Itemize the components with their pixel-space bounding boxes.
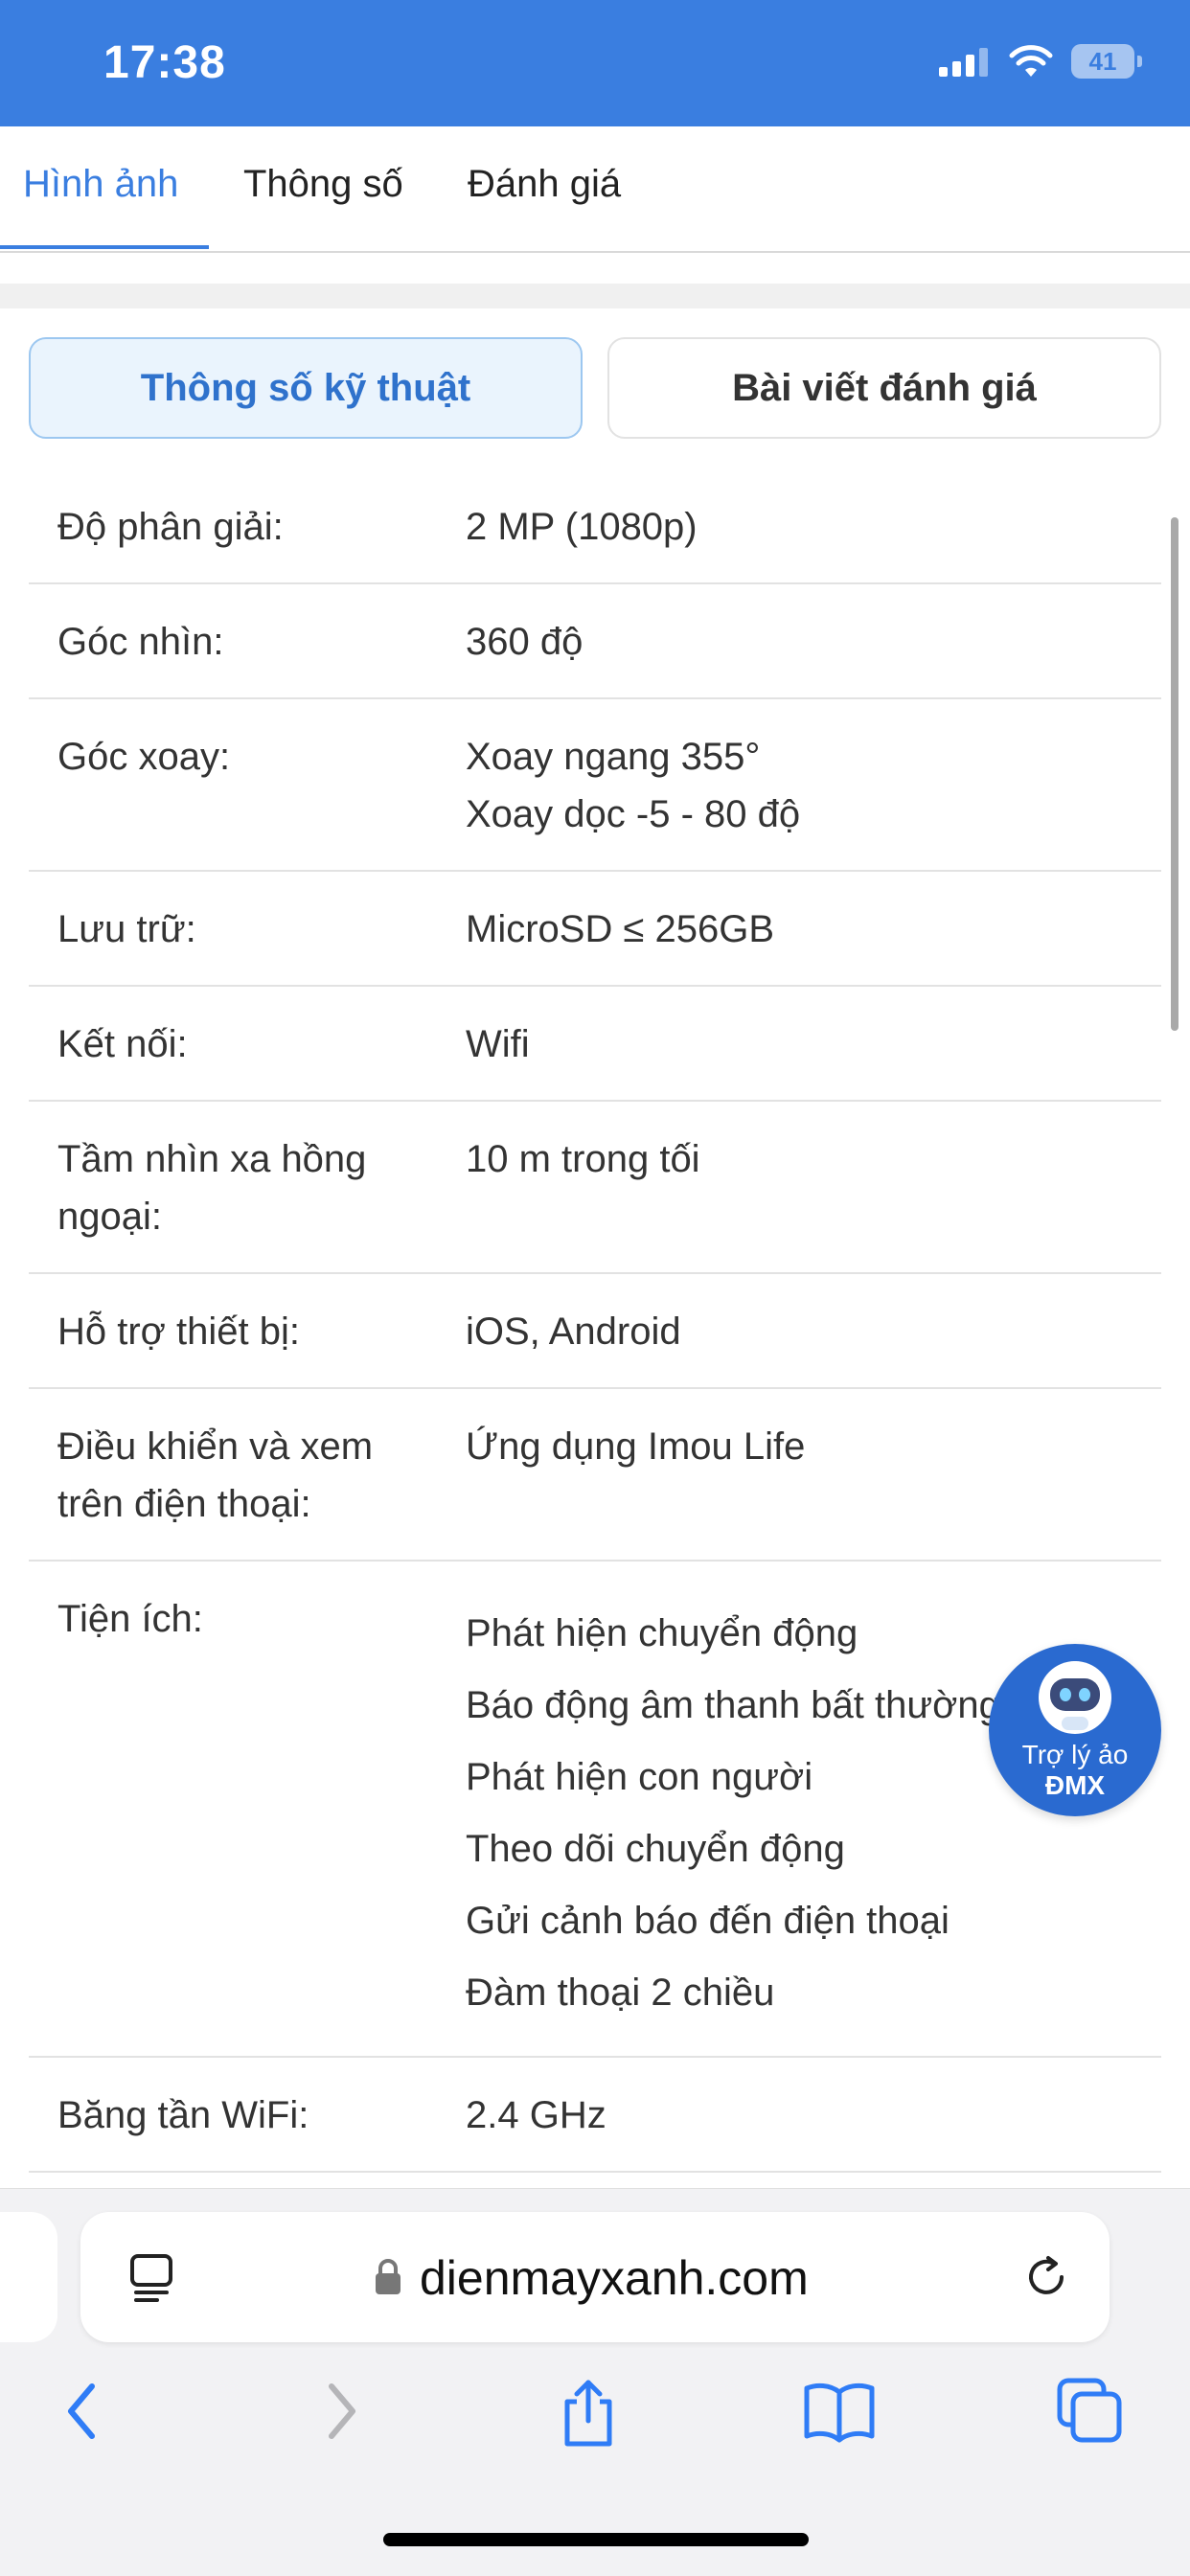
tab-reviews[interactable]: Đánh giá (468, 163, 621, 206)
spec-row-resolution: Độ phân giải: 2 MP (1080p) (29, 469, 1161, 584)
spec-value-line: 2 MP (1080p) (466, 506, 698, 548)
spec-label: Góc xoay: (57, 736, 231, 778)
spec-value: 360 độ (439, 613, 583, 671)
spec-value: Wifi (439, 1015, 530, 1073)
spec-value-line: Gửi cảnh báo đến điện thoại (466, 1900, 950, 1942)
spec-label: Lưu trữ: (57, 908, 196, 950)
spec-value-line: Xoay ngang 355° (466, 736, 761, 778)
spec-label: Góc nhìn: (57, 621, 224, 663)
share-icon[interactable] (558, 2377, 619, 2450)
spec-row-phone-control: Điều khiển và xem trên điện thoại: Ứng d… (29, 1389, 1161, 1562)
spec-value: Phát hiện chuyển động Báo động âm thanh … (439, 1590, 1000, 2029)
spec-label: Kết nối: (57, 1023, 188, 1065)
spec-value: iOS, Android (439, 1303, 681, 1360)
address-bar[interactable]: dienmayxanh.com (80, 2212, 1110, 2342)
active-tab-underline (0, 245, 209, 249)
scrollbar[interactable] (1171, 517, 1179, 1031)
spec-value: Xoay ngang 355° Xoay dọc -5 - 80 độ (439, 728, 800, 843)
spec-label: Điều khiển và xem trên điện thoại: (57, 1425, 374, 1525)
assistant-brand: ĐMX (1044, 1770, 1106, 1800)
spec-value-line: Phát hiện chuyển động (466, 1612, 858, 1654)
reload-icon[interactable] (1021, 2252, 1071, 2302)
spec-value-line: Báo động âm thanh bất thường (466, 1684, 1000, 1726)
virtual-assistant-button[interactable]: Trợ lý ảo ĐMX (989, 1644, 1161, 1816)
spec-value-line: Đàm thoại 2 chiều (466, 1972, 775, 2014)
spec-value: 10 m trong tối (439, 1130, 700, 1245)
browser-toolbar: dienmayxanh.com (0, 2188, 1190, 2576)
spec-value-line: Xoay dọc -5 - 80 độ (466, 793, 801, 835)
spec-label: Hỗ trợ thiết bị: (57, 1311, 300, 1353)
status-bar: 17:38 41 (0, 0, 1190, 126)
assistant-label: Trợ lý ảo (1021, 1740, 1129, 1769)
forward-icon[interactable] (318, 2377, 364, 2446)
battery-icon: 41 (1071, 44, 1142, 79)
previous-tab-preview[interactable] (0, 2212, 57, 2342)
spec-label: Tiện ích: (57, 1598, 203, 1640)
robot-icon (1039, 1661, 1111, 1734)
url-text: dienmayxanh.com (420, 2251, 809, 2305)
tab-specs[interactable]: Thông số (243, 163, 403, 206)
spec-row-rotation: Góc xoay: Xoay ngang 355° Xoay dọc -5 - … (29, 699, 1161, 872)
spec-value-line: Ứng dụng Imou Life (466, 1425, 806, 1468)
section-divider (0, 284, 1190, 308)
product-tabbar: Hình ảnh Thông số Đánh giá (0, 126, 1190, 253)
wifi-icon (1009, 45, 1053, 77)
spec-value: Ứng dụng Imou Life (439, 1418, 805, 1533)
spec-value-line: MicroSD ≤ 256GB (466, 908, 775, 950)
spec-row-device-support: Hỗ trợ thiết bị: iOS, Android (29, 1274, 1161, 1389)
spec-label: Băng tần WiFi: (57, 2094, 309, 2136)
spec-value: MicroSD ≤ 256GB (439, 900, 774, 958)
spec-table: Độ phân giải: 2 MP (1080p) Góc nhìn: 360… (29, 469, 1161, 2173)
status-time: 17:38 (103, 37, 226, 88)
status-icons: 41 (939, 44, 1142, 79)
back-icon[interactable] (59, 2377, 105, 2446)
reader-mode-icon[interactable] (128, 2254, 174, 2304)
spec-value-line: 360 độ (466, 621, 584, 663)
spec-value-line: 2.4 GHz (466, 2094, 606, 2136)
home-indicator (383, 2533, 809, 2546)
signal-icon (939, 48, 988, 77)
spec-row-connection: Kết nối: Wifi (29, 987, 1161, 1102)
spec-value-line: Wifi (466, 1023, 530, 1065)
spec-label: Tầm nhìn xa hồng ngoại: (57, 1138, 367, 1238)
spec-label: Độ phân giải: (57, 506, 284, 548)
spec-row-view-angle: Góc nhìn: 360 độ (29, 584, 1161, 699)
spec-row-wifi-band: Băng tần WiFi: 2.4 GHz (29, 2058, 1161, 2173)
spec-value: 2.4 GHz (439, 2086, 606, 2144)
bookmarks-icon[interactable] (803, 2377, 876, 2446)
battery-level: 41 (1088, 46, 1117, 76)
specs-tab-button[interactable]: Thông số kỹ thuật (29, 337, 583, 439)
spec-value-line: 10 m trong tối (466, 1138, 700, 1180)
spec-row-infrared-range: Tầm nhìn xa hồng ngoại: 10 m trong tối (29, 1102, 1161, 1274)
tab-images[interactable]: Hình ảnh (23, 163, 178, 206)
spec-value-line: Theo dõi chuyển động (466, 1828, 845, 1870)
spec-row-utilities: Tiện ích: Phát hiện chuyển động Báo động… (29, 1562, 1161, 2058)
review-articles-button[interactable]: Bài viết đánh giá (607, 337, 1161, 439)
lock-icon (376, 2259, 400, 2294)
tabs-icon[interactable] (1056, 2377, 1125, 2446)
spec-value: 2 MP (1080p) (439, 498, 698, 556)
spec-value-line: Phát hiện con người (466, 1756, 813, 1798)
spec-value-line: iOS, Android (466, 1311, 681, 1353)
spec-row-storage: Lưu trữ: MicroSD ≤ 256GB (29, 872, 1161, 987)
